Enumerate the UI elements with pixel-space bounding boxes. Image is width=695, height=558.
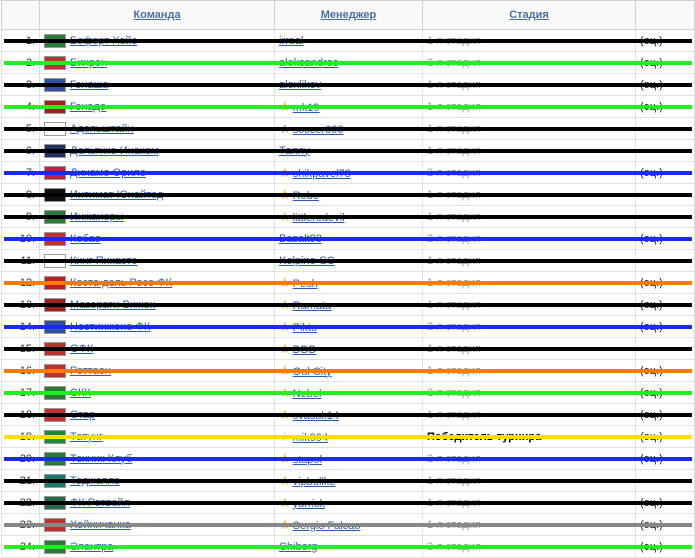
strike-line — [4, 391, 692, 395]
header-manager[interactable]: Менеджер — [274, 0, 423, 30]
strike-line — [4, 127, 692, 131]
strike-line — [4, 237, 692, 241]
header-stage[interactable]: Стадия — [422, 0, 636, 30]
strike-line — [4, 281, 692, 285]
strike-line — [4, 325, 692, 329]
strike-line — [4, 369, 692, 373]
header-blank — [1, 0, 40, 30]
strike-line — [4, 149, 692, 153]
strike-line — [4, 413, 692, 417]
strike-line — [4, 193, 692, 197]
strike-line — [4, 347, 692, 351]
strike-line — [4, 61, 692, 65]
table-header-row: Команда Менеджер Стадия — [1, 0, 695, 30]
strike-line — [4, 171, 692, 175]
header-oc — [635, 0, 695, 30]
strike-line — [4, 501, 692, 505]
strike-line — [4, 435, 692, 439]
strike-line — [4, 259, 692, 263]
strike-line — [4, 303, 692, 307]
strike-line — [4, 479, 692, 483]
strike-line — [4, 523, 692, 527]
strike-line — [4, 39, 692, 43]
header-team[interactable]: Команда — [39, 0, 275, 30]
strike-line — [4, 457, 692, 461]
strike-line — [4, 545, 692, 549]
strike-line — [4, 215, 692, 219]
strike-line — [4, 105, 692, 109]
strike-line — [4, 83, 692, 87]
